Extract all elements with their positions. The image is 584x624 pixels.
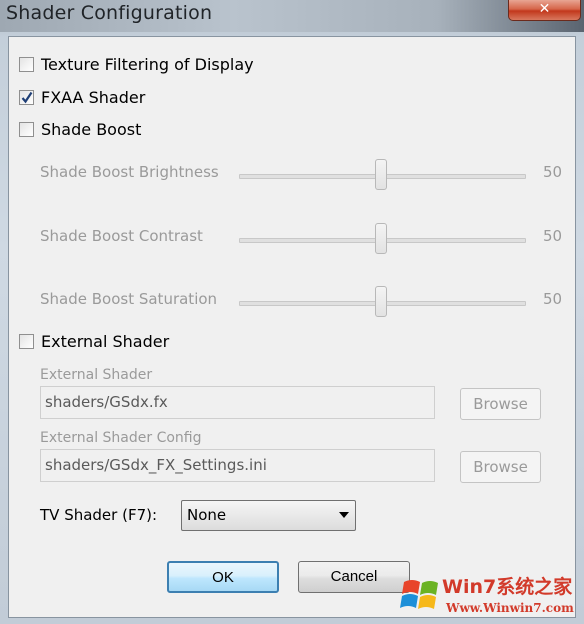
- checkmark-icon: [21, 91, 33, 103]
- slider-value: 50: [543, 290, 563, 308]
- cancel-button[interactable]: Cancel: [298, 561, 410, 593]
- tv-shader-selected: None: [187, 506, 227, 524]
- tv-shader-label: TV Shader (F7):: [40, 506, 158, 524]
- slider-label: Shade Boost Brightness: [40, 163, 219, 181]
- windows-logo-icon: [400, 580, 438, 609]
- external-config-field-label: External Shader Config: [40, 430, 202, 446]
- slider-thumb[interactable]: [375, 286, 387, 317]
- external-shader-checkbox[interactable]: External Shader: [19, 331, 169, 351]
- shade-boost-checkbox[interactable]: Shade Boost: [19, 119, 141, 139]
- external-shader-field-label: External Shader: [40, 367, 153, 383]
- shade-boost-label: Shade Boost: [41, 119, 142, 139]
- checkbox-box[interactable]: [19, 333, 34, 349]
- watermark-title: Win7系统之家: [442, 576, 573, 598]
- dialog-window: Shader Configuration ✕ Texture Filtering…: [0, 0, 584, 624]
- title-bar[interactable]: Shader Configuration ✕: [0, 0, 584, 32]
- external-shader-input[interactable]: shaders/GSdx.fx: [40, 386, 435, 419]
- window-title: Shader Configuration: [6, 2, 213, 24]
- slider-thumb[interactable]: [375, 223, 387, 254]
- texture-filtering-label: Texture Filtering of Display: [41, 54, 254, 74]
- checkbox-box[interactable]: [19, 89, 34, 105]
- watermark-url: Www.Winwin7.com: [446, 601, 574, 615]
- external-shader-label: External Shader: [41, 331, 170, 351]
- fxaa-checkbox[interactable]: FXAA Shader: [19, 87, 145, 107]
- close-button[interactable]: ✕: [508, 0, 581, 21]
- slider-thumb[interactable]: [375, 159, 387, 190]
- tv-shader-select[interactable]: None: [181, 500, 356, 531]
- close-icon: ✕: [538, 1, 551, 17]
- checkbox-box[interactable]: [19, 121, 34, 137]
- texture-filtering-checkbox[interactable]: Texture Filtering of Display: [19, 54, 254, 74]
- slider-label: Shade Boost Contrast: [40, 227, 203, 245]
- slider-value: 50: [543, 163, 563, 181]
- dialog-client-area: Texture Filtering of Display FXAA Shader…: [8, 36, 576, 618]
- slider-value: 50: [543, 227, 563, 245]
- ok-button[interactable]: OK: [167, 561, 279, 593]
- browse-shader-button[interactable]: Browse: [460, 388, 541, 420]
- chevron-down-icon: [339, 512, 349, 518]
- watermark: Win7系统之家 Www.Winwin7.com: [398, 566, 584, 624]
- slider-label: Shade Boost Saturation: [40, 290, 218, 308]
- browse-config-button[interactable]: Browse: [460, 451, 541, 483]
- checkbox-box[interactable]: [19, 56, 34, 72]
- fxaa-label: FXAA Shader: [41, 87, 146, 107]
- external-config-input[interactable]: shaders/GSdx_FX_Settings.ini: [40, 449, 435, 482]
